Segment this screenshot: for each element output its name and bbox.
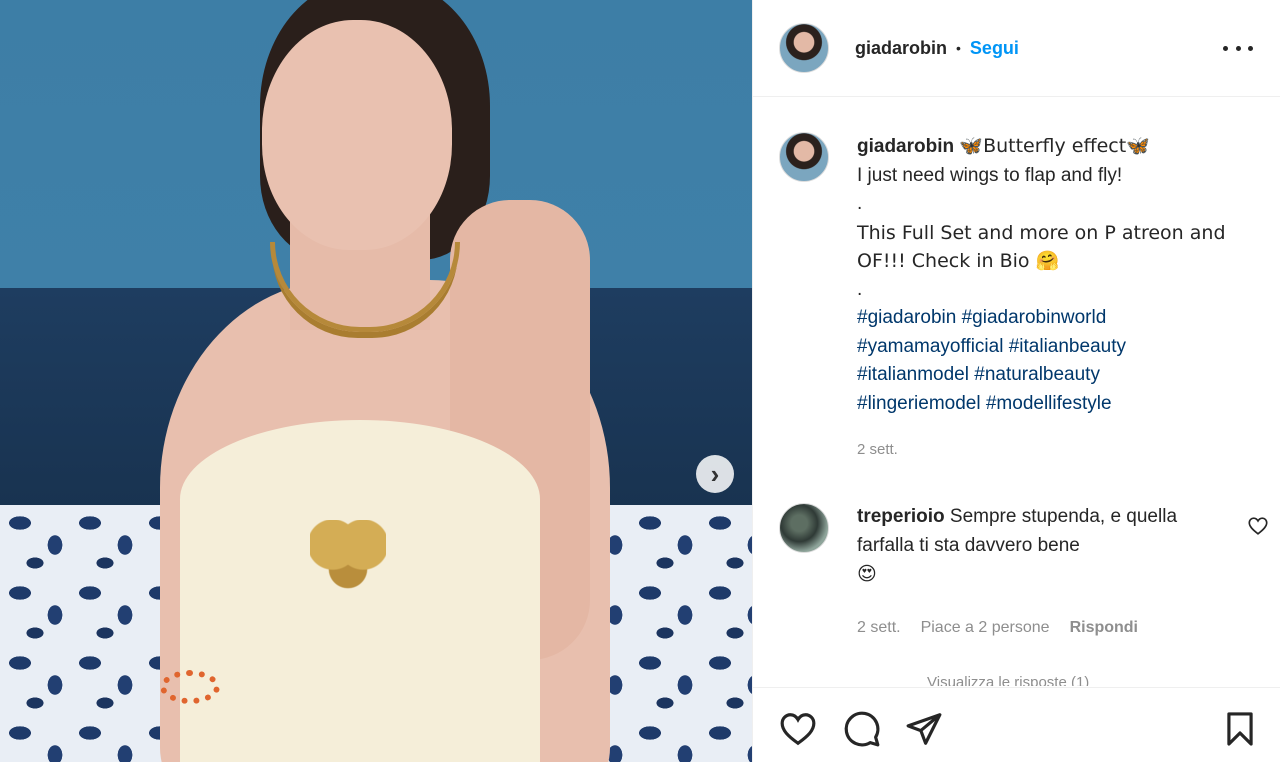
model-figure — [150, 0, 610, 762]
face — [262, 20, 452, 250]
comment-text-block: treperioio Sempre stupenda, e quella far… — [857, 503, 1187, 590]
comment-likes[interactable]: Piace a 2 persone — [921, 614, 1050, 643]
caption-body: giadarobin 🦋Butterfly effect🦋 I just nee… — [857, 132, 1257, 460]
chevron-right-icon[interactable]: › — [696, 455, 734, 493]
separator-dot: • — [956, 40, 961, 56]
header-username[interactable]: giadarobin — [855, 38, 947, 59]
heart-icon[interactable] — [779, 710, 817, 748]
hashtags: #giadarobin #giadarobinworld #yamamayoff… — [857, 304, 1257, 418]
hashtag-link[interactable]: #modellifestyle — [986, 393, 1112, 414]
comment-timestamp[interactable]: 2 sett. — [857, 614, 901, 643]
comment-meta: 2 sett. Piace a 2 persone Rispondi — [857, 614, 1187, 643]
avatar[interactable] — [779, 23, 829, 73]
paper-plane-icon[interactable] — [905, 710, 943, 748]
caption-username[interactable]: giadarobin — [857, 136, 954, 157]
caption-line: . — [857, 278, 863, 300]
caption-first-line: giadarobin 🦋Butterfly effect🦋 — [857, 132, 1257, 162]
hashtag-link[interactable]: #yamamayofficial — [857, 336, 1003, 357]
caption-title: 🦋Butterfly effect🦋 — [959, 135, 1150, 157]
caption-line: I just need wings to flap and fly! — [857, 164, 1123, 186]
orange-bracelet — [160, 670, 220, 704]
caption-line: This Full Set and more on P atreon and O… — [857, 221, 1226, 273]
caption-avatar[interactable] — [779, 132, 829, 182]
post-timestamp[interactable]: 2 sett. — [857, 440, 1257, 460]
comment-like-heart-icon[interactable] — [1247, 515, 1269, 537]
dot — [1223, 45, 1228, 51]
comment-icon[interactable] — [843, 710, 881, 748]
action-bar — [753, 687, 1280, 762]
post-details-panel: giadarobin • Segui giadarobin 🦋Butterfly… — [752, 0, 1280, 762]
post-photo[interactable]: › — [0, 0, 752, 762]
comment-emoji: 😍 — [857, 563, 877, 585]
hashtag-link[interactable]: #italianbeauty — [1009, 336, 1126, 357]
next-glyph: › — [710, 459, 720, 489]
post-header: giadarobin • Segui — [753, 0, 1280, 97]
view-replies-link[interactable]: Visualizza le risposte (1) — [927, 672, 1089, 686]
dot — [1235, 45, 1241, 51]
more-options-icon[interactable] — [1223, 38, 1253, 58]
hashtag-link[interactable]: #naturalbeauty — [974, 364, 1100, 385]
caption: giadarobin 🦋Butterfly effect🦋 I just nee… — [779, 132, 1259, 460]
follow-button[interactable]: Segui — [970, 38, 1019, 59]
comment-username[interactable]: treperioio — [857, 506, 945, 527]
hashtag-link[interactable]: #italianmodel — [857, 364, 969, 385]
caption-line: . — [857, 193, 863, 214]
commenter-avatar[interactable] — [779, 503, 829, 553]
bookmark-icon[interactable] — [1221, 710, 1259, 748]
hashtag-link[interactable]: #lingeriemodel — [857, 393, 981, 414]
comment-body: treperioio Sempre stupenda, e quella far… — [857, 503, 1187, 642]
butterfly-brooch — [310, 520, 386, 590]
hashtag-link[interactable]: #giadarobinworld — [962, 307, 1107, 328]
white-bodice — [180, 420, 540, 762]
comment-item: treperioio Sempre stupenda, e quella far… — [779, 503, 1269, 642]
dot — [1248, 45, 1253, 51]
reply-button[interactable]: Rispondi — [1070, 614, 1138, 643]
hashtag-link[interactable]: #giadarobin — [857, 307, 956, 328]
